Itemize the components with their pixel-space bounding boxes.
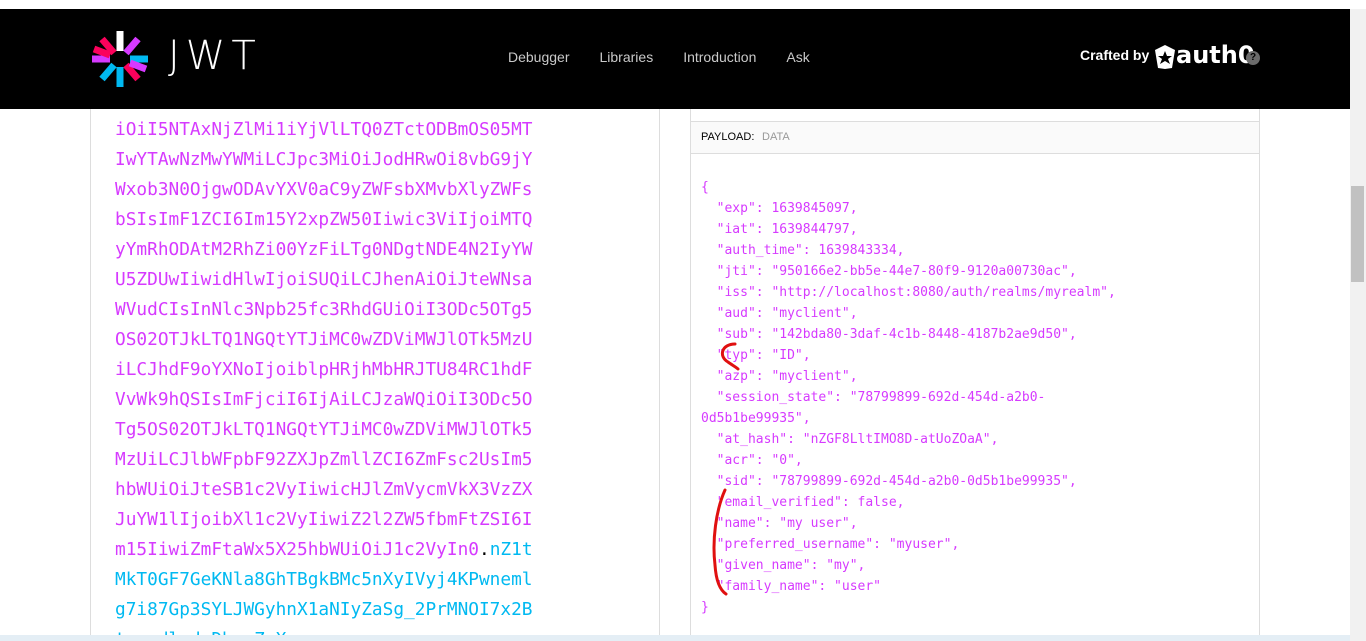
auth0-logo[interactable]: auth0 [1176, 41, 1255, 69]
site-header: JWT Debugger Libraries Introduction Ask … [0, 9, 1350, 109]
nav-debugger[interactable]: Debugger [508, 49, 570, 65]
encoded-line: Tg5OS02OTJkLTQ1NGQtYTJiMC0wZDViMWJlOTk5 [115, 415, 533, 445]
payload-segment: OS02OTJkLTQ1NGQtYTJiMC0wZDViMWJlOTk5MzU [115, 329, 533, 350]
payload-label: PAYLOAD: [701, 131, 755, 143]
signature-segment: g7i87Gp3SYLJWGyhnX1aNIyZaSg_2PrMNOI7x2B [115, 599, 533, 620]
encoded-line: m15IiwiZmFtaWx5X25hbWUiOiJ1c2VyIn0.nZ1t [115, 535, 533, 565]
signature-segment: MkT0GF7GeKNla8GhTBgkBMc5nXyIVyj4KPwneml [115, 569, 533, 590]
payload-json-line: "family_name": "user" [701, 579, 882, 594]
payload-json-line: 0d5b1be99935", [701, 411, 811, 426]
payload-json-line: "at_hash": "nZGF8LltIMO8D-atUoZOaA", [701, 432, 999, 447]
encoded-line: iLCJhdF9oYXNoIjoiblpHRjhMbHRJTU84RC1hdF [115, 355, 533, 385]
payload-label-row: PAYLOAD: DATA [691, 122, 1259, 154]
encoded-line: U5ZDUwIiwidHlwIjoiSUQiLCJhenAiOiJteWNsa [115, 265, 533, 295]
auth0-badge-icon[interactable] [1153, 44, 1177, 70]
encoded-token-text[interactable]: iOiI5NTAxNjZlMi1iYjVlLTQ0ZTctODBmOS05MT I… [115, 115, 533, 641]
encoded-line: MkT0GF7GeKNla8GhTBgkBMc5nXyIVyj4KPwneml [115, 565, 533, 595]
payload-segment: U5ZDUwIiwidHlwIjoiSUQiLCJhenAiOiJteWNsa [115, 269, 533, 290]
payload-segment: yYmRhODAtM2RhZi00YzFiLTg0NDgtNDE4N2IyYW [115, 239, 533, 260]
bottom-bar [0, 635, 1350, 641]
nav-libraries[interactable]: Libraries [600, 49, 654, 65]
payload-segment: Wxob3N0OjgwODAvYXV0aC9yZWFsbXMvbXlyZWFs [115, 179, 533, 200]
signature-segment: nZ1t [489, 539, 533, 560]
help-icon[interactable]: ? [1246, 51, 1260, 65]
main-nav: Debugger Libraries Introduction Ask [508, 49, 840, 65]
payload-json-line: "session_state": "78799899-692d-454d-a2b… [701, 390, 1046, 405]
payload-segment: IwYTAwNzMwYWMiLCJpc3MiOiJodHRwOi8vbG9jY [115, 149, 533, 170]
payload-segment: iOiI5NTAxNjZlMi1iYjVlLTQ0ZTctODBmOS05MT [115, 119, 533, 140]
encoded-line: iOiI5NTAxNjZlMi1iYjVlLTQ0ZTctODBmOS05MT [115, 115, 533, 145]
payload-segment: JuYW1lIjoibXl1c2VyIiwiZ2l2ZW5fbmFtZSI6I [115, 509, 533, 530]
payload-segment: MzUiLCJlbWFpbF92ZXJpZmllZCI6ZmFsc2UsIm5 [115, 449, 533, 470]
segment-separator: . [478, 539, 490, 560]
encoded-token-panel[interactable]: iOiI5NTAxNjZlMi1iYjVlLTQ0ZTctODBmOS05MT I… [90, 109, 660, 641]
encoded-line: bSIsImF1ZCI6Im15Y2xpZW50Iiwic3ViIjoiMTQ [115, 205, 533, 235]
payload-json-line: "typ": "ID", [701, 348, 811, 363]
encoded-line: g7i87Gp3SYLJWGyhnX1aNIyZaSg_2PrMNOI7x2B [115, 595, 533, 625]
payload-segment: bSIsImF1ZCI6Im15Y2xpZW50Iiwic3ViIjoiMTQ [115, 209, 533, 230]
payload-json-line: { [701, 180, 709, 195]
nav-introduction[interactable]: Introduction [683, 49, 756, 65]
payload-json-line: "acr": "0", [701, 453, 803, 468]
encoded-line: hbWUiOiJteSB1c2VyIiwicHJlZmVycmVkX3VzZX [115, 475, 533, 505]
crafted-by-label: Crafted by [1080, 47, 1150, 63]
payload-json-line: "azp": "myclient", [701, 369, 858, 384]
payload-json-line: "iat": 1639844797, [701, 222, 858, 237]
encoded-line: VvWk9hQSIsImFjciI6IjAiLCJzaWQiOiI3ODc5O [115, 385, 533, 415]
payload-json-line: "email_verified": false, [701, 495, 905, 510]
payload-json-editor[interactable]: { "exp": 1639845097, "iat": 1639844797, … [701, 177, 1116, 618]
payload-segment: Tg5OS02OTJkLTQ1NGQtYTJiMC0wZDViMWJlOTk5 [115, 419, 533, 440]
encoded-line: yYmRhODAtM2RhZi00YzFiLTg0NDgtNDE4N2IyYW [115, 235, 533, 265]
payload-json-line: "given_name": "my", [701, 558, 866, 573]
encoded-line: MzUiLCJlbWFpbF92ZXJpZmllZCI6ZmFsc2UsIm5 [115, 445, 533, 475]
payload-segment: hbWUiOiJteSB1c2VyIiwicHJlZmVycmVkX3VzZX [115, 479, 533, 500]
payload-segment: WVudCIsInNlc3Npb25fc3RhdGUiOiI3ODc5OTg5 [115, 299, 533, 320]
payload-sublabel: DATA [762, 131, 790, 143]
payload-json-line: "jti": "950166e2-bb5e-44e7-80f9-9120a007… [701, 264, 1077, 279]
payload-panel: PAYLOAD: DATA { "exp": 1639845097, "iat"… [690, 109, 1260, 641]
payload-segment: VvWk9hQSIsImFjciI6IjAiLCJzaWQiOiI3ODc5O [115, 389, 533, 410]
payload-json-line: } [701, 600, 709, 615]
payload-json-line: "aud": "myclient", [701, 306, 858, 321]
scrollbar-thumb[interactable] [1351, 186, 1364, 282]
payload-json-line: "sid": "78799899-692d-454d-a2b0-0d5b1be9… [701, 474, 1077, 489]
top-strip [0, 0, 1366, 9]
encoded-line: JuYW1lIjoibXl1c2VyIiwiZ2l2ZW5fbmFtZSI6I [115, 505, 533, 535]
jwt-wordmark[interactable]: JWT [168, 33, 262, 79]
payload-segment: m15IiwiZmFtaWx5X25hbWUiOiJ1c2VyIn0 [115, 539, 479, 560]
encoded-line: OS02OTJkLTQ1NGQtYTJiMC0wZDViMWJlOTk5MzU [115, 325, 533, 355]
encoded-line: IwYTAwNzMwYWMiLCJpc3MiOiJodHRwOi8vbG9jY [115, 145, 533, 175]
payload-json-line: "exp": 1639845097, [701, 201, 858, 216]
payload-json-line: "iss": "http://localhost:8080/auth/realm… [701, 285, 1116, 300]
payload-json-line: "auth_time": 1639843334, [701, 243, 905, 258]
jwt-logo-icon[interactable] [88, 29, 152, 89]
nav-ask[interactable]: Ask [786, 49, 809, 65]
payload-json-line: "sub": "142bda80-3daf-4c1b-8448-4187b2ae… [701, 327, 1077, 342]
page-scrollbar[interactable] [1350, 9, 1366, 641]
panel-divider [691, 109, 1259, 122]
encoded-line: WVudCIsInNlc3Npb25fc3RhdGUiOiI3ODc5OTg5 [115, 295, 533, 325]
payload-segment: iLCJhdF9oYXNoIjoiblpHRjhMbHRJTU84RC1hdF [115, 359, 533, 380]
encoded-line: Wxob3N0OjgwODAvYXV0aC9yZWFsbXMvbXlyZWFs [115, 175, 533, 205]
payload-json-line: "name": "my user", [701, 516, 858, 531]
payload-json-line: "preferred_username": "myuser", [701, 537, 960, 552]
